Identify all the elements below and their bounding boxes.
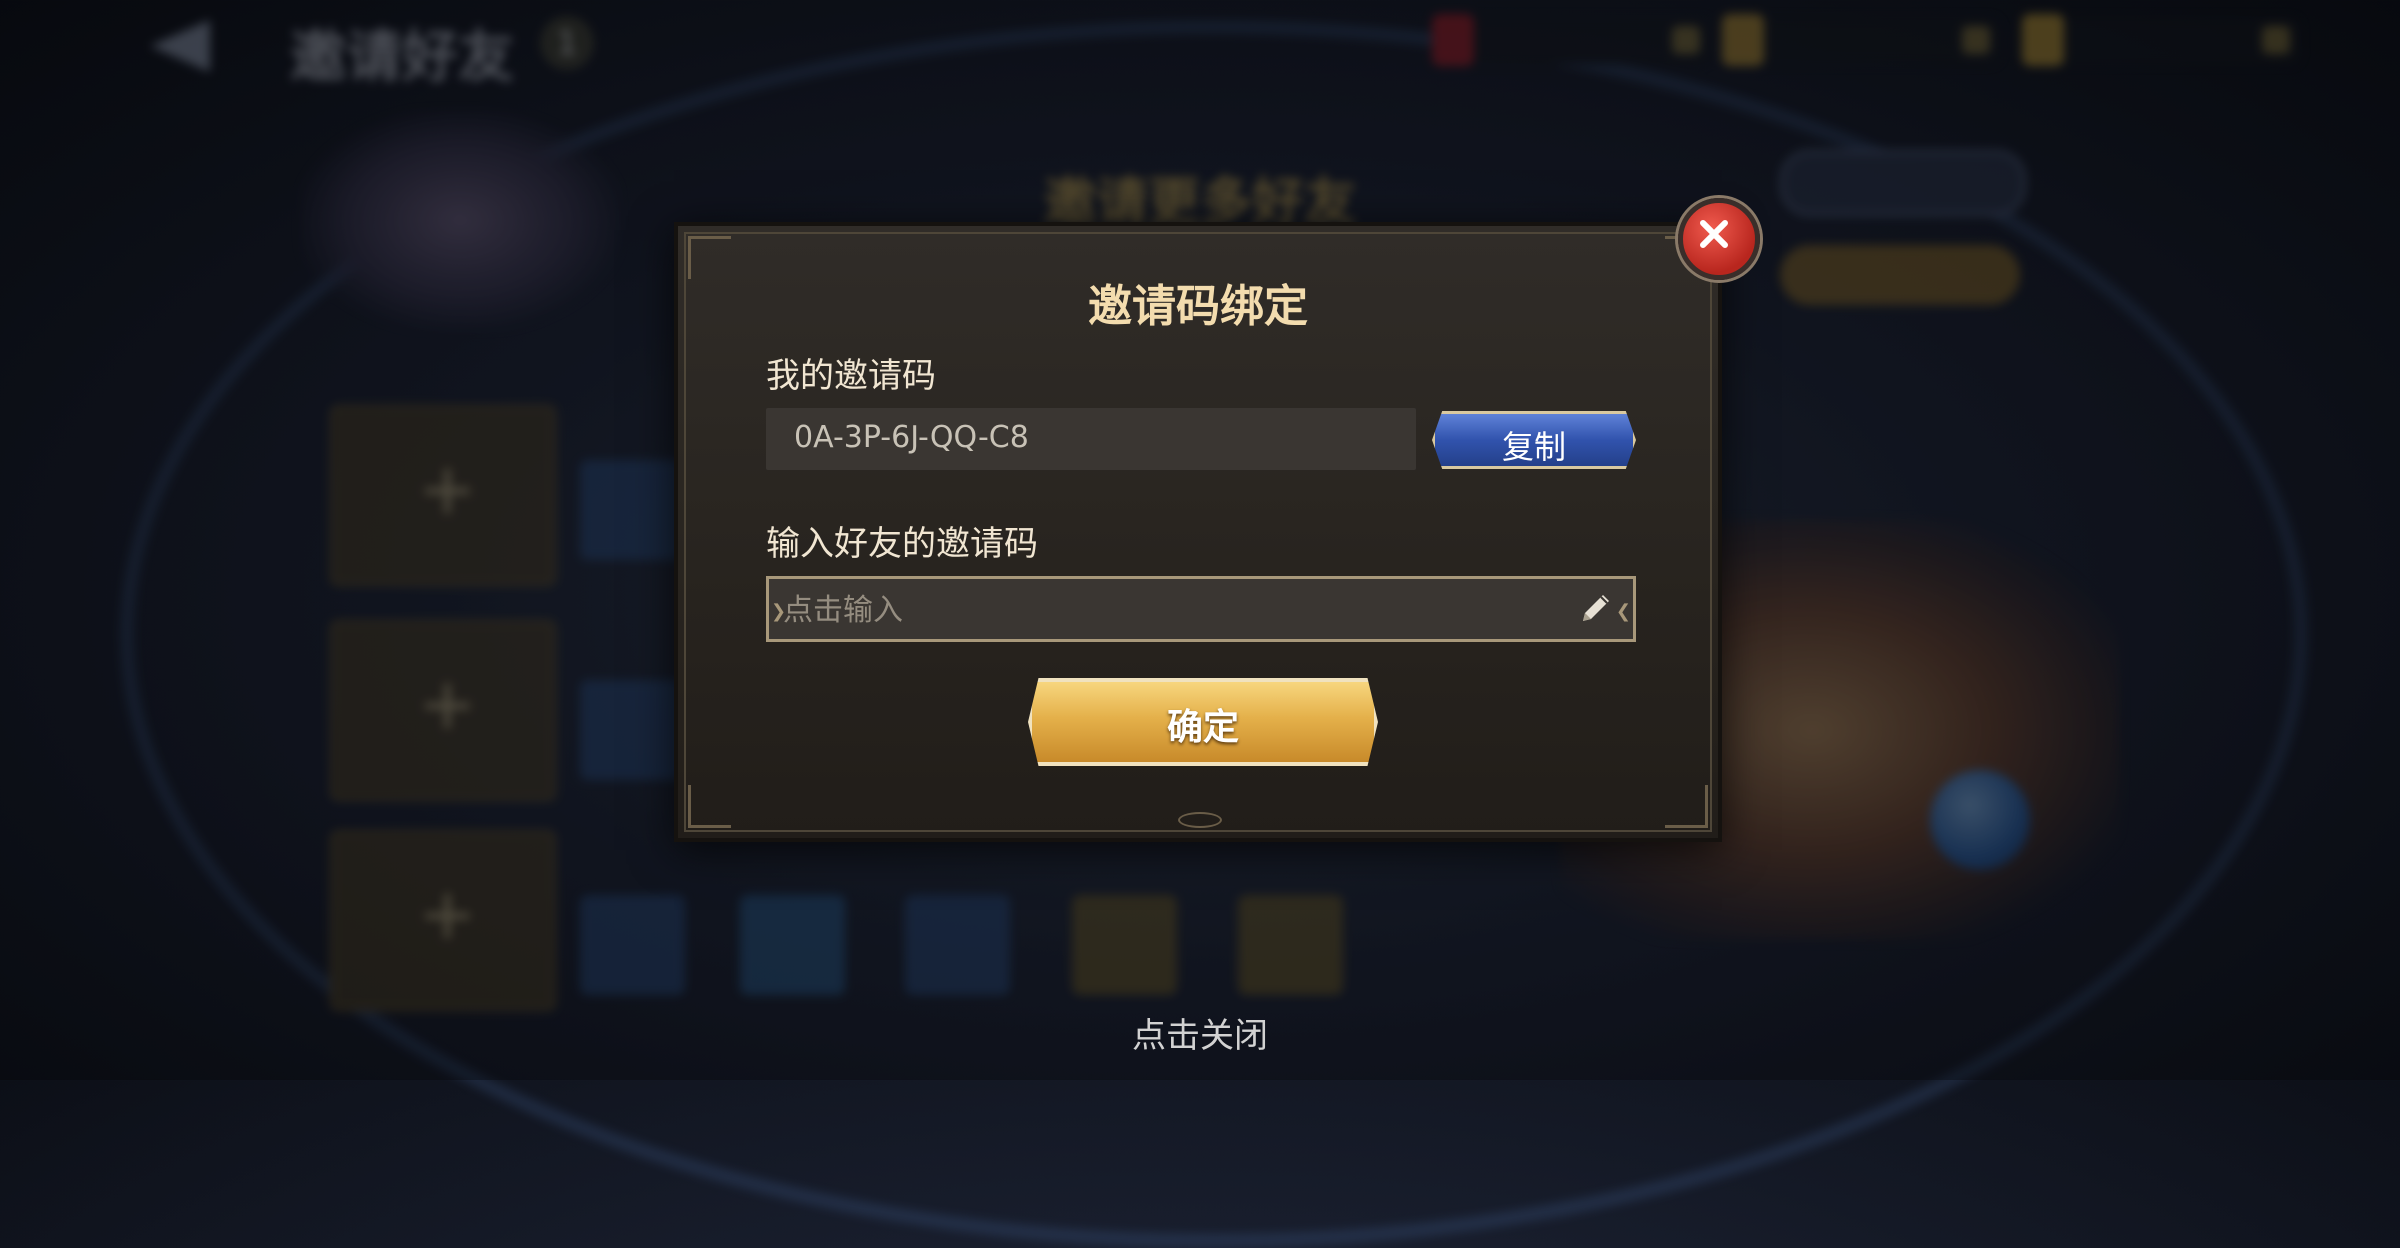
tap-to-close-hint[interactable]: 点击关闭 <box>0 1008 2400 1057</box>
invite-code-dialog: 邀请码绑定 我的邀请码 0A-3P-6J-QQ-C8 复制 输入好友的邀请码 ❯… <box>674 222 1722 842</box>
copy-button-label: 复制 <box>1501 428 1566 466</box>
confirm-button-label: 确定 <box>1166 707 1239 748</box>
ornament-bottom <box>1178 812 1222 828</box>
my-code-label: 我的邀请码 <box>766 356 936 396</box>
friend-code-label: 输入好友的邀请码 <box>766 524 1038 564</box>
friend-code-input[interactable] <box>781 585 1545 635</box>
close-icon <box>1700 220 1728 248</box>
my-code-value: 0A-3P-6J-QQ-C8 <box>794 420 1029 455</box>
close-button[interactable] <box>1678 198 1760 280</box>
copy-button[interactable]: 复制 <box>1432 411 1636 469</box>
chevron-right-icon: ❮ <box>1615 601 1631 622</box>
dialog-title: 邀请码绑定 <box>1088 281 1308 332</box>
confirm-button[interactable]: 确定 <box>1028 678 1378 766</box>
friend-code-field[interactable]: ❯ ❮ <box>766 576 1636 642</box>
ornament-corner <box>688 785 731 828</box>
pencil-icon[interactable] <box>1575 587 1615 631</box>
ornament-corner <box>1665 785 1708 828</box>
